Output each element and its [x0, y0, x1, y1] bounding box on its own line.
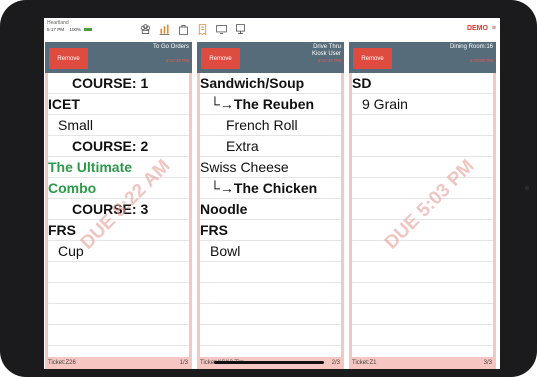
- demo-label: DEMO: [466, 25, 488, 32]
- bag-icon[interactable]: [176, 22, 191, 37]
- ticket-item[interactable]: └→The Reuben: [210, 96, 314, 112]
- home-indicator: [214, 361, 324, 364]
- ticket-footer: Ticket:Z26 1/3: [45, 357, 192, 369]
- due-time-text: DUE 8:22 AM: [76, 155, 175, 254]
- ticket-number: Ticket:Z26: [48, 360, 76, 366]
- ticket-page: 3/3: [483, 360, 492, 366]
- ticket-column[interactable]: Remove Dining Room:16 5:19:05 PM SD 9 Grain D…: [349, 42, 496, 369]
- remove-button[interactable]: Remove: [353, 48, 392, 69]
- ticket-page: 2/3: [331, 360, 340, 366]
- ticket-header: Remove Drive Thru Kiosk User 5:22:37 PM: [197, 42, 344, 73]
- tablet-frame: Heartland 5:17 PM 100% DEMO ≡ Remove To G…: [0, 0, 537, 377]
- toolbar-icons: [138, 22, 248, 38]
- battery-percent: 100%: [69, 27, 82, 32]
- ticket-body: SD 9 Grain DUE 5:03 PM: [352, 73, 493, 357]
- battery-icon: [84, 28, 93, 32]
- order-type: Dining Room:16: [450, 44, 493, 51]
- ticket-body: COURSE: 1 ICET Small COURSE: 2 The Ultimate C…: [48, 73, 189, 357]
- order-type-line1: Drive Thru: [313, 44, 341, 50]
- order-type-line1: To Go Orders: [152, 44, 189, 50]
- ticket-page: 1/3: [179, 360, 188, 366]
- chart-icon[interactable]: [157, 22, 172, 37]
- ticket-column[interactable]: Remove Drive Thru Kiosk User 5:22:37 PM Sand…: [197, 42, 344, 369]
- store-name: Heartland: [47, 20, 69, 26]
- screen-icon[interactable]: [214, 22, 229, 37]
- ticket-item[interactable]: Swiss Cheese: [200, 159, 289, 175]
- due-time-text: DUE 5:03 PM: [380, 155, 479, 254]
- order-type-line2: Kiosk User: [311, 51, 341, 57]
- ticket-number: Ticket:Z1: [352, 360, 377, 366]
- time-battery: 5:17 PM 100%: [47, 27, 93, 33]
- due-watermark: DUE 5:03 PM: [352, 73, 493, 357]
- ticket-item[interactable]: Extra: [226, 138, 259, 154]
- monitor-icon[interactable]: [233, 22, 248, 37]
- ticket-body: Sandwich/Soup └→The Reuben French Roll Extr…: [200, 73, 341, 357]
- ticket-item[interactable]: Bowl: [210, 243, 240, 259]
- kitchen-display-screen: Heartland 5:17 PM 100% DEMO ≡ Remove To G…: [44, 18, 500, 369]
- order-type: Drive Thru Kiosk User: [312, 44, 341, 58]
- ticket-header: Remove Dining Room:16 5:19:05 PM: [349, 42, 496, 73]
- order-timestamp: 5:22:37 PM: [317, 58, 341, 63]
- remove-button[interactable]: Remove: [49, 48, 88, 69]
- order-type: To Go Orders: [153, 44, 189, 51]
- due-watermark: DUE 8:22 AM: [48, 73, 189, 357]
- remove-button[interactable]: Remove: [201, 48, 240, 69]
- clock: 5:17 PM: [47, 27, 65, 32]
- ticket-item[interactable]: French Roll: [226, 117, 298, 133]
- ticket-header: Remove To Go Orders 5:22:35 PM: [45, 42, 192, 73]
- order-timestamp: 5:19:05 PM: [469, 58, 493, 63]
- ticket-item[interactable]: Sandwich/Soup: [200, 75, 304, 91]
- top-status-bar: Heartland 5:17 PM 100% DEMO ≡: [44, 18, 500, 42]
- hamburger-menu-icon[interactable]: ≡: [492, 25, 496, 32]
- order-type-line1: Dining Room:16: [449, 44, 493, 50]
- receipt-icon[interactable]: [195, 22, 210, 37]
- ticket-item[interactable]: FRS: [200, 222, 228, 238]
- demo-menu[interactable]: DEMO ≡: [467, 25, 496, 32]
- ticket-item[interactable]: Noodle: [200, 201, 247, 217]
- chef-hat-icon[interactable]: [138, 22, 153, 37]
- ticket-column[interactable]: Remove To Go Orders 5:22:35 PM COURSE: 1 ICE…: [45, 42, 192, 369]
- camera-icon: [525, 186, 529, 190]
- ticket-item[interactable]: └→The Chicken: [210, 180, 317, 196]
- ticket-footer: Ticket:Z1 3/3: [349, 357, 496, 369]
- order-timestamp: 5:22:35 PM: [165, 58, 189, 63]
